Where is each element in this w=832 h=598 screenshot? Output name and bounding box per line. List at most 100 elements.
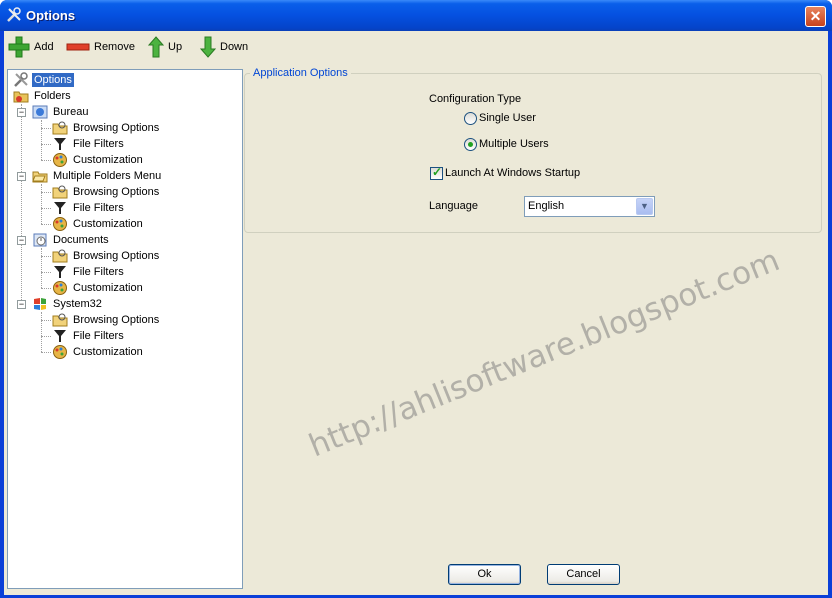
tree-label: Customization [73,218,143,230]
tree-label: Customization [73,154,143,166]
language-value: English [528,200,565,212]
documents-folder-icon [33,233,47,247]
tree-label: Bureau [53,106,89,118]
browse-folder-icon [52,249,68,263]
tree-label: Browsing Options [73,250,160,262]
palette-icon [53,345,67,359]
tree-item-options[interactable]: Options [13,72,75,88]
folder-menu-icon [32,171,48,183]
collapse-toggle[interactable]: − [17,172,26,181]
collapse-toggle[interactable]: − [17,108,26,117]
tree-item-browsing-options[interactable]: Browsing Options [52,184,161,200]
tree-label: Browsing Options [73,314,160,326]
cancel-button[interactable]: Cancel [547,564,620,585]
tree-line [41,144,51,145]
up-button[interactable]: Up [148,35,182,59]
ok-button[interactable]: Ok [448,564,521,585]
chevron-down-icon[interactable]: ▼ [636,198,653,215]
tree-label: Browsing Options [73,186,160,198]
tree-item-file-filters[interactable]: File Filters [52,200,126,216]
remove-label: Remove [94,41,135,53]
tree-line [41,120,42,160]
tree-line [41,184,42,224]
tree-label: File Filters [73,138,124,150]
tree-item-customization[interactable]: Customization [52,216,145,232]
tree-item-system32[interactable]: System32 [32,296,104,312]
tree-label: Browsing Options [73,122,160,134]
tree-item-customization[interactable]: Customization [52,344,145,360]
folders-icon [13,91,29,103]
tree-item-multiple-folders-menu[interactable]: Multiple Folders Menu [32,168,163,184]
checkmark-icon: ✓ [432,165,443,179]
tree-item-file-filters[interactable]: File Filters [52,328,126,344]
tree-line [41,272,51,273]
tree-item-documents[interactable]: Documents [32,232,111,248]
language-label: Language [429,200,478,212]
multiple-users-radio[interactable] [464,138,477,151]
tree-label: Folders [34,90,71,102]
tree-item-file-filters[interactable]: File Filters [52,264,126,280]
tree-line [41,160,51,161]
arrow-down-icon [200,36,216,58]
multiple-users-label[interactable]: Multiple Users [479,138,549,150]
tree-line [21,104,22,304]
tree-item-browsing-options[interactable]: Browsing Options [52,312,161,328]
remove-button[interactable]: Remove [66,35,135,59]
config-type-label: Configuration Type [429,93,522,105]
tree-item-file-filters[interactable]: File Filters [52,136,126,152]
tree-label: File Filters [73,330,124,342]
add-button[interactable]: Add [8,35,54,59]
tree-line [41,320,51,321]
funnel-icon [54,138,66,150]
plus-icon [8,36,30,58]
tree-label: Customization [73,346,143,358]
language-select[interactable]: English ▼ [524,196,655,217]
minus-icon [66,43,90,51]
palette-icon [53,281,67,295]
tree-label: File Filters [73,202,124,214]
tree-line [41,352,51,353]
browse-folder-icon [52,121,68,135]
browse-folder-icon [52,313,68,327]
arrow-up-icon [148,36,164,58]
collapse-toggle[interactable]: − [17,236,26,245]
single-user-radio[interactable] [464,112,477,125]
down-button[interactable]: Down [200,35,248,59]
funnel-icon [54,266,66,278]
options-tree[interactable]: Options Folders − Bureau Browsing Option… [7,69,243,589]
desktop-folder-icon [32,105,48,119]
funnel-icon [54,330,66,342]
palette-icon [53,217,67,231]
system-folder-icon [34,298,46,310]
tree-line [41,128,51,129]
launch-startup-checkbox[interactable]: ✓ [430,165,443,180]
tree-label: Multiple Folders Menu [53,170,162,182]
window-title: Options [26,8,76,23]
tree-label: Customization [73,282,143,294]
collapse-toggle[interactable]: − [17,300,26,309]
tree-label: System32 [53,298,102,310]
tree-label: Options [31,72,75,88]
tree-line [41,288,51,289]
tree-item-browsing-options[interactable]: Browsing Options [52,248,161,264]
group-title: Application Options [250,67,351,79]
tree-item-browsing-options[interactable]: Browsing Options [52,120,161,136]
tree-line [41,248,42,288]
tree-line [41,208,51,209]
tree-item-bureau[interactable]: Bureau [32,104,90,120]
launch-startup-label[interactable]: Launch At Windows Startup [445,167,580,179]
tree-label: File Filters [73,266,124,278]
tree-line [41,224,51,225]
close-button[interactable]: ✕ [805,6,826,27]
tree-label: Documents [53,234,109,246]
tools-icon [7,7,21,22]
tree-item-folders[interactable]: Folders [13,88,73,104]
single-user-label[interactable]: Single User [479,112,536,124]
add-label: Add [34,41,54,53]
tree-line [41,312,42,352]
title-bar[interactable]: Options ✕ [0,0,832,31]
tree-item-customization[interactable]: Customization [52,280,145,296]
options-window: Options ✕ Add Remove Up Down Options Fol… [0,0,832,598]
dialog-body: Add Remove Up Down Options Folders − Bur… [4,31,828,595]
tree-item-customization[interactable]: Customization [52,152,145,168]
